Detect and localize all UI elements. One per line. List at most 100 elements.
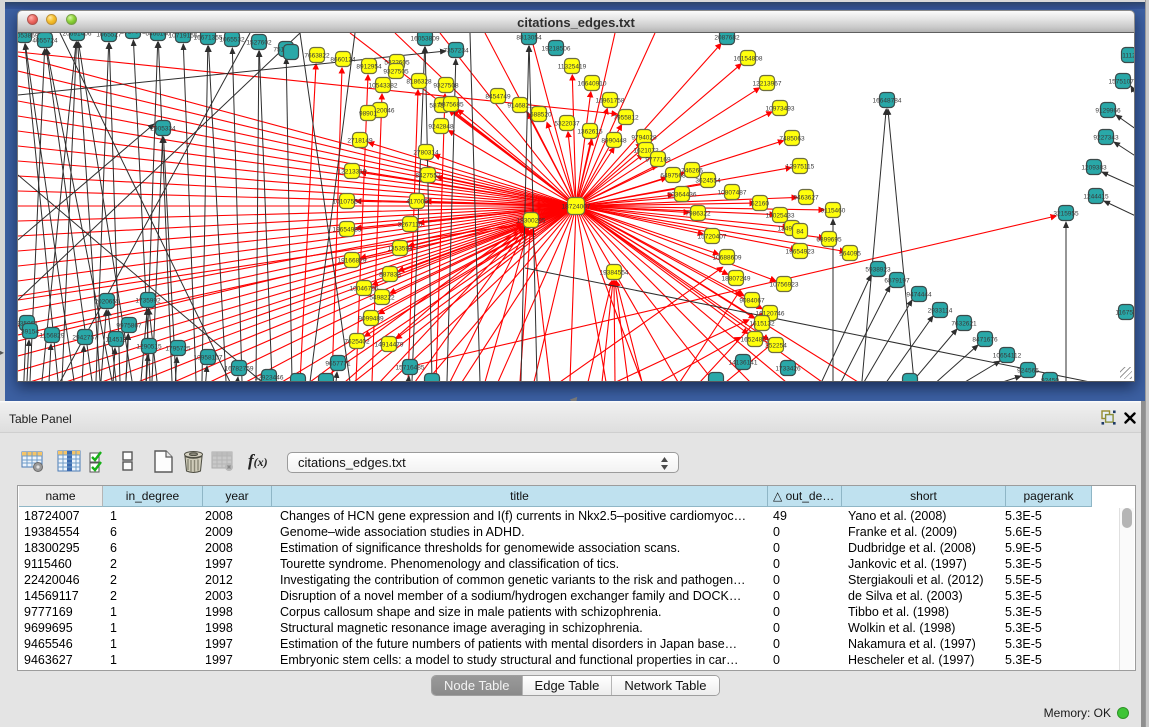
svg-text:10107554: 10107554	[333, 199, 362, 206]
svg-text:7485063: 7485063	[779, 136, 805, 143]
svg-text:7632621: 7632621	[951, 321, 977, 328]
svg-text:1527602: 1527602	[120, 33, 146, 36]
svg-text:10958107: 10958107	[194, 355, 223, 362]
svg-text:9129966: 9129966	[1095, 108, 1121, 115]
svg-text:6466160: 6466160	[145, 33, 171, 38]
svg-text:9084067: 9084067	[739, 298, 765, 305]
svg-text:16648784: 16648784	[873, 98, 902, 105]
svg-text:9327508: 9327508	[433, 83, 459, 90]
svg-text:9474444: 9474444	[906, 292, 932, 299]
svg-text:7955812: 7955812	[613, 115, 639, 122]
svg-text:19218506: 19218506	[542, 46, 571, 53]
svg-text:9327505: 9327505	[383, 69, 409, 76]
svg-text:8912954: 8912954	[356, 64, 382, 71]
svg-text:2942757: 2942757	[72, 335, 98, 342]
svg-text:252254: 252254	[765, 343, 787, 350]
svg-text:10543382: 10543382	[369, 83, 398, 90]
svg-text:15751074: 15751074	[1109, 79, 1134, 86]
svg-text:114519: 114519	[105, 337, 127, 344]
svg-text:2718149: 2718149	[347, 138, 373, 145]
svg-text:16782759: 16782759	[225, 366, 254, 373]
svg-text:9227343: 9227343	[1093, 135, 1119, 142]
svg-text:4055724: 4055724	[32, 38, 58, 45]
svg-text:84: 84	[796, 229, 804, 236]
svg-text:18807249: 18807249	[722, 276, 751, 283]
svg-text:9099489: 9099489	[358, 316, 384, 323]
svg-text:19384554: 19384554	[600, 270, 629, 277]
svg-text:6879197: 6879197	[884, 278, 910, 285]
svg-text:1588520: 1588520	[526, 112, 552, 119]
svg-text:9794028: 9794028	[631, 135, 657, 142]
svg-text:7663822: 7663822	[304, 53, 330, 60]
svg-text:20364436: 20364436	[668, 192, 697, 199]
svg-text:7357234: 7357234	[443, 48, 469, 55]
svg-text:9146821: 9146821	[507, 103, 533, 110]
svg-text:7625402: 7625402	[344, 339, 370, 346]
svg-text:20691406: 20691406	[63, 33, 92, 38]
svg-text:12213967: 12213967	[753, 81, 782, 88]
svg-text:2780314: 2780314	[413, 150, 439, 157]
svg-text:1156829: 1156829	[40, 333, 65, 340]
svg-text:9777169: 9777169	[645, 157, 671, 164]
svg-text:12975115: 12975115	[786, 164, 815, 171]
svg-text:2905334: 2905334	[150, 126, 176, 133]
svg-text:2933114: 2933114	[928, 308, 953, 315]
svg-text:1112: 1112	[1122, 53, 1134, 60]
svg-text:7986322: 7986322	[685, 211, 711, 218]
svg-text:5498222: 5498222	[369, 295, 395, 302]
svg-text:98901: 98901	[359, 111, 377, 118]
svg-text:15720407: 15720407	[698, 234, 727, 241]
svg-text:10807487: 10807487	[718, 190, 747, 197]
svg-text:1209383: 1209383	[1081, 165, 1107, 172]
svg-text:164095: 164095	[839, 251, 861, 258]
svg-text:16053809: 16053809	[411, 36, 440, 43]
svg-text:5938923: 5938923	[865, 267, 891, 274]
svg-text:9657771: 9657771	[325, 361, 351, 368]
svg-text:14914479: 14914479	[375, 342, 404, 349]
svg-text:1795725: 1795725	[165, 346, 191, 353]
svg-text:1290515: 1290515	[136, 344, 162, 351]
svg-text:18724007: 18724007	[562, 204, 591, 211]
svg-text:10688609: 10688609	[713, 255, 742, 262]
svg-text:9115460: 9115460	[821, 208, 846, 215]
svg-text:12213319: 12213319	[338, 169, 367, 176]
svg-text:92450: 92450	[1041, 378, 1059, 382]
svg-text:12923446: 12923446	[255, 375, 284, 382]
svg-text:3624554: 3624554	[695, 178, 721, 185]
svg-text:924565: 924565	[1017, 368, 1039, 375]
svg-text:1244415: 1244415	[1083, 194, 1109, 201]
svg-text:746266: 746266	[681, 168, 703, 175]
svg-text:18300295: 18300295	[517, 218, 546, 225]
svg-text:8186328: 8186328	[406, 79, 432, 86]
svg-text:1615132: 1615132	[749, 321, 775, 328]
svg-text:62160: 62160	[751, 201, 769, 208]
svg-text:116753: 116753	[1115, 310, 1134, 317]
svg-text:8660124: 8660124	[330, 57, 356, 64]
svg-text:8990448: 8990448	[601, 138, 627, 145]
svg-text:9463627: 9463627	[793, 195, 819, 202]
svg-text:14136141: 14136141	[729, 360, 758, 367]
svg-text:16154808: 16154808	[734, 56, 763, 63]
svg-text:1065527: 1065527	[96, 33, 122, 39]
svg-text:2087682: 2087682	[714, 35, 740, 42]
svg-text:2020655: 2020655	[94, 299, 120, 306]
svg-text:19654923: 19654923	[786, 249, 815, 256]
svg-text:8813054: 8813054	[516, 35, 542, 42]
svg-text:5322037: 5322037	[554, 121, 580, 128]
svg-text:1362615: 1362615	[577, 129, 603, 136]
svg-text:3215955: 3215955	[1053, 211, 1079, 218]
svg-text:10025433: 10025433	[766, 213, 795, 220]
svg-text:15716485: 15716485	[396, 365, 425, 372]
svg-text:19166829: 19166829	[338, 258, 367, 265]
svg-text:9242848: 9242848	[428, 124, 454, 131]
svg-text:39154: 39154	[21, 329, 39, 336]
svg-text:3267110: 3267110	[398, 222, 423, 229]
svg-text:1065532: 1065532	[219, 37, 245, 44]
svg-text:19654985: 19654985	[333, 227, 362, 234]
svg-text:8471676: 8471676	[972, 337, 998, 344]
svg-text:417006: 417006	[406, 199, 428, 206]
svg-text:1527602: 1527602	[246, 40, 272, 47]
svg-text:1733426: 1733426	[775, 366, 801, 373]
svg-text:10756923: 10756923	[770, 282, 799, 289]
svg-text:9975867: 9975867	[116, 323, 142, 330]
